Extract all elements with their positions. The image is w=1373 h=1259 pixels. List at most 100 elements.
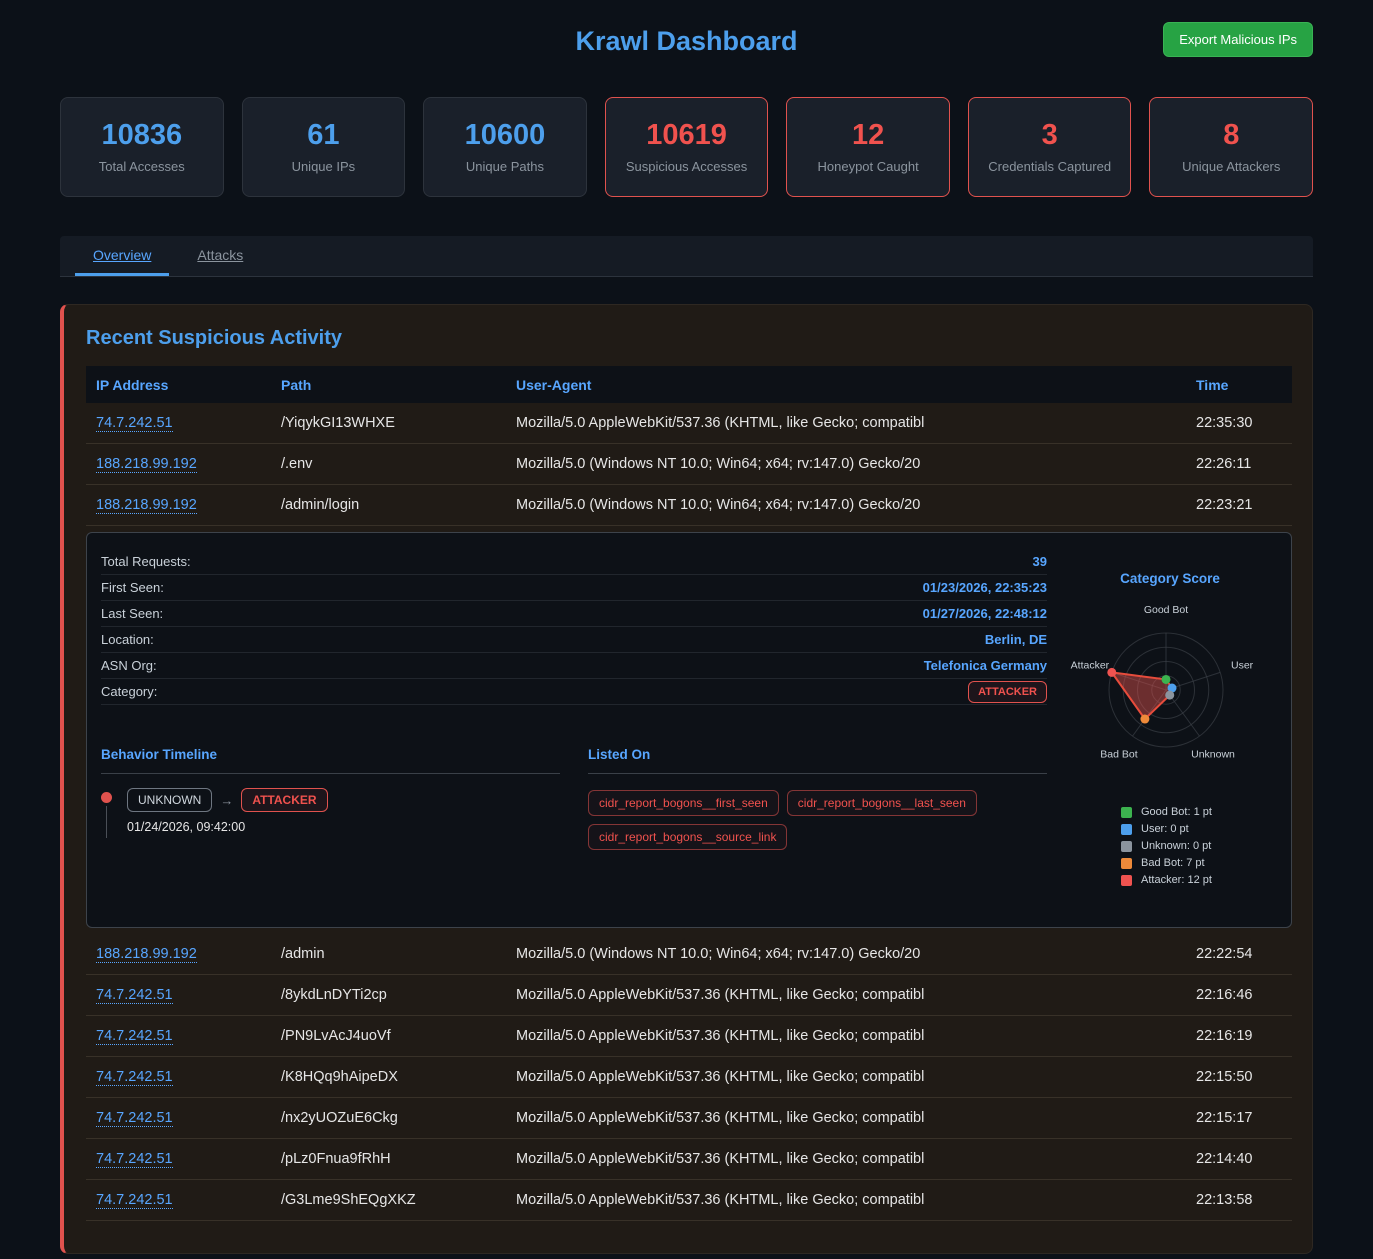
listed-on-badges: cidr_report_bogons__first_seen cidr_repor… bbox=[588, 790, 1047, 850]
path-cell: /G3Lme9ShEQgXKZ bbox=[271, 1188, 506, 1212]
info-label: ASN Org: bbox=[101, 658, 157, 673]
table-row: 74.7.242.51 /PN9LvAcJ4uoVf Mozilla/5.0 A… bbox=[86, 1016, 1292, 1057]
user-agent-cell: Mozilla/5.0 AppleWebKit/537.36 (KHTML, l… bbox=[506, 1024, 1186, 1048]
radar-data-point bbox=[1140, 715, 1149, 724]
column-header: IP Address bbox=[86, 373, 271, 397]
timeline-line bbox=[106, 806, 107, 838]
ip-address-link[interactable]: 74.7.242.51 bbox=[96, 1028, 173, 1045]
radar-axis-label: User bbox=[1231, 659, 1254, 671]
timeline-marker bbox=[101, 788, 123, 838]
table-row: 74.7.242.51 /K8HQq9hAipeDX Mozilla/5.0 A… bbox=[86, 1057, 1292, 1098]
arrow-right-icon: → bbox=[220, 793, 233, 808]
info-row: Total Requests: 39 bbox=[101, 549, 1047, 575]
radar-legend: Good Bot: 1 pt User: 0 pt Unknown: 0 pt … bbox=[1121, 806, 1277, 886]
info-row: First Seen: 01/23/2026, 22:35:23 bbox=[101, 575, 1047, 601]
table-row: 188.218.99.192 /admin Mozilla/5.0 (Windo… bbox=[86, 934, 1292, 975]
table-row: 74.7.242.51 /pLz0Fnua9fRhH Mozilla/5.0 A… bbox=[86, 1139, 1292, 1180]
panel-title: Recent Suspicious Activity bbox=[86, 323, 1292, 350]
category-to-badge: ATTACKER bbox=[241, 788, 327, 812]
tab-overview[interactable]: Overview bbox=[75, 236, 169, 276]
ip-address-link[interactable]: 74.7.242.51 bbox=[96, 1151, 173, 1168]
behavior-timeline-section: Behavior Timeline UNKNOWN → ATTACKER 01/… bbox=[101, 747, 560, 850]
ip-address-link[interactable]: 74.7.242.51 bbox=[96, 987, 173, 1004]
legend-label: Attacker: 12 pt bbox=[1141, 874, 1212, 886]
ip-address-link[interactable]: 74.7.242.51 bbox=[96, 415, 173, 432]
stat-card: 8 Unique Attackers bbox=[1149, 97, 1313, 197]
table-rows-before-detail: 74.7.242.51 /YiqykGI13WHXE Mozilla/5.0 A… bbox=[86, 403, 1292, 526]
user-agent-cell: Mozilla/5.0 AppleWebKit/537.36 (KHTML, l… bbox=[506, 1188, 1186, 1212]
listed-on-heading: Listed On bbox=[588, 747, 1047, 774]
path-cell: /admin bbox=[271, 942, 506, 966]
stat-value: 10836 bbox=[101, 120, 182, 152]
legend-label: Unknown: 0 pt bbox=[1141, 840, 1211, 852]
stat-card: 61 Unique IPs bbox=[242, 97, 406, 197]
table-row: 188.218.99.192 /admin/login Mozilla/5.0 … bbox=[86, 485, 1292, 526]
legend-label: Bad Bot: 7 pt bbox=[1141, 857, 1205, 869]
timeline-event: UNKNOWN → ATTACKER 01/24/2026, 09:42:00 bbox=[101, 788, 560, 838]
ip-address-link[interactable]: 74.7.242.51 bbox=[96, 1192, 173, 1209]
ip-address-link[interactable]: 188.218.99.192 bbox=[96, 497, 197, 514]
info-value: 39 bbox=[1033, 554, 1047, 569]
info-row: Location: Berlin, DE bbox=[101, 627, 1047, 653]
path-cell: /K8HQq9hAipeDX bbox=[271, 1065, 506, 1089]
path-cell: /.env bbox=[271, 452, 506, 476]
stat-label: Credentials Captured bbox=[988, 159, 1111, 174]
legend-swatch-icon bbox=[1121, 875, 1132, 886]
ip-address-link[interactable]: 74.7.242.51 bbox=[96, 1110, 173, 1127]
info-row: Category: ATTACKER bbox=[101, 679, 1047, 705]
time-cell: 22:14:40 bbox=[1186, 1147, 1292, 1171]
legend-item: Bad Bot: 7 pt bbox=[1121, 857, 1277, 869]
info-label: Last Seen: bbox=[101, 606, 163, 621]
stat-label: Total Accesses bbox=[99, 159, 185, 174]
user-agent-cell: Mozilla/5.0 (Windows NT 10.0; Win64; x64… bbox=[506, 452, 1186, 476]
listed-on-badge[interactable]: cidr_report_bogons__source_link bbox=[588, 824, 787, 850]
time-cell: 22:13:58 bbox=[1186, 1188, 1292, 1212]
user-agent-cell: Mozilla/5.0 (Windows NT 10.0; Win64; x64… bbox=[506, 942, 1186, 966]
export-malicious-ips-button[interactable]: Export Malicious IPs bbox=[1163, 22, 1313, 57]
info-label: Category: bbox=[101, 684, 157, 699]
recent-suspicious-activity-panel: Recent Suspicious Activity IP AddressPat… bbox=[60, 304, 1313, 1254]
detail-two-column: Behavior Timeline UNKNOWN → ATTACKER 01/… bbox=[101, 747, 1047, 850]
tab-bar: OverviewAttacks bbox=[60, 236, 1313, 277]
radar-axis-label: Bad Bot bbox=[1100, 749, 1137, 761]
stat-card: 12 Honeypot Caught bbox=[786, 97, 950, 197]
stat-card: 10836 Total Accesses bbox=[60, 97, 224, 197]
ip-address-link[interactable]: 74.7.242.51 bbox=[96, 1069, 173, 1086]
path-cell: /pLz0Fnua9fRhH bbox=[271, 1147, 506, 1171]
category-from-badge: UNKNOWN bbox=[127, 788, 212, 812]
listed-on-badge[interactable]: cidr_report_bogons__last_seen bbox=[787, 790, 977, 816]
category-score-section: Category Score Good BotUserUnknownBad Bo… bbox=[1063, 549, 1277, 907]
suspicious-activity-table: IP AddressPathUser-AgentTime 74.7.242.51… bbox=[86, 366, 1292, 1221]
legend-item: Good Bot: 1 pt bbox=[1121, 806, 1277, 818]
time-cell: 22:26:11 bbox=[1186, 452, 1292, 476]
stat-value: 10619 bbox=[646, 120, 727, 152]
info-row: Last Seen: 01/27/2026, 22:48:12 bbox=[101, 601, 1047, 627]
table-row: 188.218.99.192 /.env Mozilla/5.0 (Window… bbox=[86, 444, 1292, 485]
legend-item: Attacker: 12 pt bbox=[1121, 874, 1277, 886]
column-header: Time bbox=[1186, 373, 1292, 397]
info-value: 01/27/2026, 22:48:12 bbox=[923, 606, 1047, 621]
timeline-dot-icon bbox=[101, 792, 112, 803]
tab-attacks[interactable]: Attacks bbox=[179, 236, 261, 276]
radar-chart-title: Category Score bbox=[1063, 571, 1277, 586]
stat-label: Honeypot Caught bbox=[818, 159, 919, 174]
time-cell: 22:15:50 bbox=[1186, 1065, 1292, 1089]
timeline-events: UNKNOWN → ATTACKER 01/24/2026, 09:42:00 bbox=[101, 788, 560, 838]
info-value: Berlin, DE bbox=[985, 632, 1047, 647]
table-row: 74.7.242.51 /G3Lme9ShEQgXKZ Mozilla/5.0 … bbox=[86, 1180, 1292, 1221]
listed-on-badge[interactable]: cidr_report_bogons__first_seen bbox=[588, 790, 779, 816]
time-cell: 22:35:30 bbox=[1186, 411, 1292, 435]
user-agent-cell: Mozilla/5.0 (Windows NT 10.0; Win64; x64… bbox=[506, 493, 1186, 517]
ip-address-link[interactable]: 188.218.99.192 bbox=[96, 456, 197, 473]
user-agent-cell: Mozilla/5.0 AppleWebKit/537.36 (KHTML, l… bbox=[506, 983, 1186, 1007]
ip-address-link[interactable]: 188.218.99.192 bbox=[96, 946, 197, 963]
legend-swatch-icon bbox=[1121, 807, 1132, 818]
time-cell: 22:23:21 bbox=[1186, 493, 1292, 517]
legend-swatch-icon bbox=[1121, 824, 1132, 835]
page-content: Krawl Dashboard Export Malicious IPs 108… bbox=[60, 0, 1313, 1254]
table-row: 74.7.242.51 /YiqykGI13WHXE Mozilla/5.0 A… bbox=[86, 403, 1292, 444]
path-cell: /PN9LvAcJ4uoVf bbox=[271, 1024, 506, 1048]
ip-info-list: Total Requests: 39 First Seen: 01/23/202… bbox=[101, 549, 1047, 705]
path-cell: /nx2yUOZuE6Ckg bbox=[271, 1106, 506, 1130]
info-value: Telefonica Germany bbox=[924, 658, 1047, 673]
